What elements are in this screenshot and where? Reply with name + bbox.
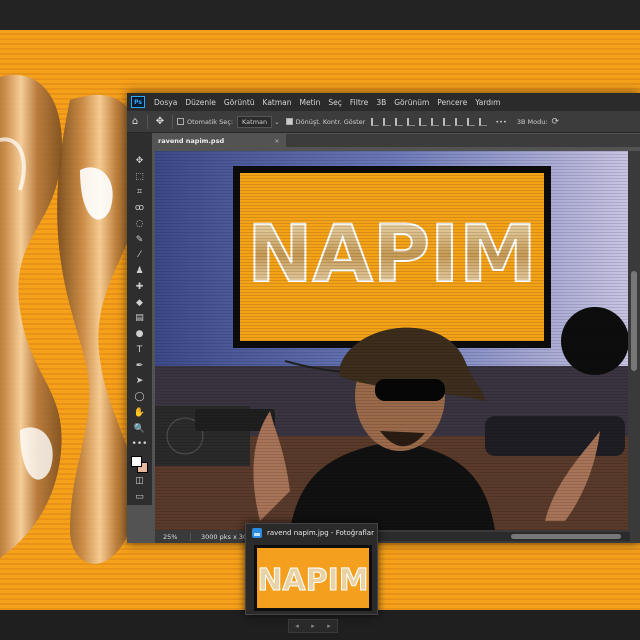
move-tool-icon[interactable]: ✥ <box>132 153 148 169</box>
menu-dosya[interactable]: Dosya <box>150 98 181 107</box>
dodge-tool-icon[interactable]: ● <box>132 326 148 342</box>
align-right-icon[interactable] <box>395 117 404 126</box>
eyedropper-tool-icon[interactable]: ✎ <box>132 232 148 248</box>
foreground-color-swatch[interactable] <box>130 456 142 468</box>
auto-select-dropdown[interactable]: Katman <box>237 115 273 128</box>
brush-tool-icon[interactable]: ⁄ <box>132 248 148 264</box>
home-icon[interactable]: ⌂ <box>127 115 143 129</box>
menu-gorunum[interactable]: Görünüm <box>390 98 433 107</box>
menu-goruntu[interactable]: Görüntü <box>220 98 259 107</box>
distribute-right-icon[interactable] <box>467 117 476 126</box>
screen-mode-icon[interactable]: ▭ <box>132 489 148 505</box>
align-middle-icon[interactable] <box>419 117 428 126</box>
align-bottom-icon[interactable] <box>431 117 440 126</box>
align-center-icon[interactable] <box>383 117 392 126</box>
zoom-level[interactable]: 25% <box>155 532 191 541</box>
horizontal-scroll-thumb[interactable] <box>511 534 621 539</box>
scanline-overlay <box>155 151 628 530</box>
menu-duzenle[interactable]: Düzenle <box>181 98 220 107</box>
menu-metin[interactable]: Metin <box>296 98 325 107</box>
play-icon[interactable]: ▸ <box>311 622 315 630</box>
tools-panel: ✥ ⬚ ⌗ ꝏ ◌ ✎ ⁄ ♟ ✚ ◆ ▤ ● T ✒ ➤ ◯ ✋ 🔍 ••• ◫ ▭ <box>127 133 152 505</box>
quick-mask-icon[interactable]: ◫ <box>132 473 148 489</box>
photos-app-icon <box>252 528 262 538</box>
photos-preview-image[interactable]: NAPIM <box>254 545 372 611</box>
chevron-down-icon[interactable]: ⌄ <box>274 118 279 126</box>
menu-yardim[interactable]: Yardım <box>471 98 504 107</box>
menu-filtre[interactable]: Filtre <box>346 98 372 107</box>
hand-tool-icon[interactable]: ✋ <box>132 405 148 421</box>
status-bar: 25% 3000 pks x 3000 <box>155 530 640 543</box>
more-options-button[interactable]: ••• <box>495 118 507 126</box>
shape-tool-icon[interactable]: ◯ <box>132 389 148 405</box>
photos-nav-controls: ◂ ▸ ▸ <box>288 619 338 633</box>
quick-select-tool-icon[interactable]: ◌ <box>132 216 148 232</box>
color-swatches[interactable] <box>130 456 149 474</box>
align-buttons <box>371 117 488 126</box>
auto-select-checkbox[interactable] <box>177 118 184 125</box>
pen-tool-icon[interactable]: ✒ <box>132 358 148 374</box>
thumbnail-napim-text: NAPIM <box>257 563 368 598</box>
eraser-tool-icon[interactable]: ◆ <box>132 295 148 311</box>
document-tab-bar: ravend napim.psd × <box>152 134 640 147</box>
options-bar: ⌂ ✥ Otomatik Seç: Katman ⌄ Dönüşt. Kontr… <box>127 111 640 133</box>
align-top-icon[interactable] <box>407 117 416 126</box>
previous-icon[interactable]: ◂ <box>295 622 299 630</box>
gradient-tool-icon[interactable]: ▤ <box>132 311 148 327</box>
menu-pencere[interactable]: Pencere <box>433 98 471 107</box>
crop-tool-icon[interactable]: ⌗ <box>132 185 148 201</box>
divider <box>147 114 148 129</box>
lasso-tool-icon[interactable]: ꝏ <box>132 200 148 216</box>
healing-tool-icon[interactable]: ✚ <box>132 279 148 295</box>
photos-title-bar: ravend napim.jpg - Fotoğraflar <box>246 524 377 542</box>
transform-controls-checkbox[interactable] <box>285 118 293 125</box>
more-tools-icon[interactable]: ••• <box>132 437 148 453</box>
auto-select-label: Otomatik Seç: <box>187 117 234 126</box>
distribute-center-icon[interactable] <box>455 117 464 126</box>
document-canvas[interactable]: NAPIM <box>155 151 628 530</box>
distribute-left-icon[interactable] <box>443 117 452 126</box>
vertical-scroll-thumb[interactable] <box>631 271 637 371</box>
menu-sec[interactable]: Seç <box>324 98 346 107</box>
distribute-top-icon[interactable] <box>479 117 488 126</box>
path-select-tool-icon[interactable]: ➤ <box>132 374 148 390</box>
move-tool-preset-icon[interactable]: ✥ <box>152 115 168 129</box>
vertical-scrollbar[interactable] <box>628 151 640 530</box>
marquee-tool-icon[interactable]: ⬚ <box>132 169 148 185</box>
photoshop-logo-icon: Ps <box>131 96 145 108</box>
3d-mode-label: 3B Modu: <box>516 117 548 126</box>
zoom-tool-icon[interactable]: 🔍 <box>132 421 148 437</box>
menu-3b[interactable]: 3B <box>372 98 390 107</box>
document-tab[interactable]: ravend napim.psd × <box>152 134 286 147</box>
photoshop-window: Ps Dosya Düzenle Görüntü Katman Metin Se… <box>127 93 640 543</box>
photos-app-window: ravend napim.jpg - Fotoğraflar NAPIM <box>245 523 378 615</box>
transform-controls-label: Dönüşt. Kontr. Göster <box>295 117 366 126</box>
divider <box>172 114 173 129</box>
document-tab-title: ravend napim.psd <box>158 136 225 145</box>
next-icon[interactable]: ▸ <box>327 622 331 630</box>
photos-window-title: ravend napim.jpg - Fotoğraflar <box>267 529 374 537</box>
align-left-icon[interactable] <box>371 117 380 126</box>
stamp-tool-icon[interactable]: ♟ <box>132 263 148 279</box>
type-tool-icon[interactable]: T <box>132 342 148 358</box>
napim-artwork-thumbnail: NAPIM <box>257 548 369 608</box>
menu-bar: Ps Dosya Düzenle Görüntü Katman Metin Se… <box>127 93 640 111</box>
3d-orbit-icon[interactable]: ⟳ <box>552 117 560 127</box>
top-border <box>0 0 640 30</box>
close-icon[interactable]: × <box>274 137 279 145</box>
menu-katman[interactable]: Katman <box>259 98 296 107</box>
